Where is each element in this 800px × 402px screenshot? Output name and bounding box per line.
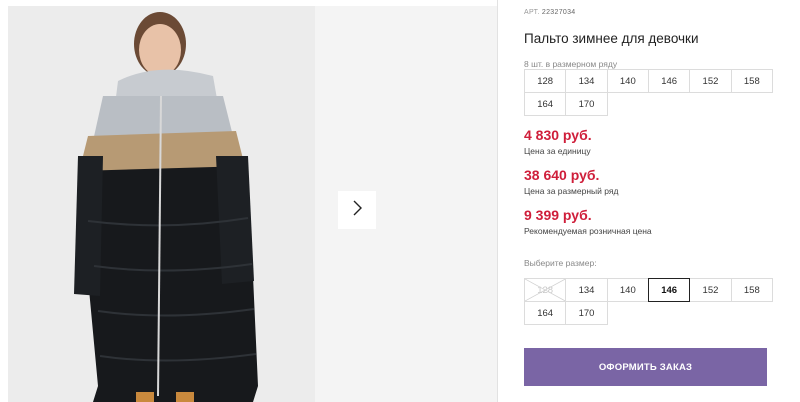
size-option[interactable]: 164 xyxy=(524,301,567,325)
row-price-label: Цена за размерный ряд xyxy=(524,186,619,196)
pack-note: 8 шт. в размерном ряду xyxy=(524,59,618,69)
chevron-right-icon xyxy=(352,200,362,221)
product-gallery xyxy=(0,0,497,402)
size-option-selected[interactable]: 146 xyxy=(647,278,691,302)
size-row-cell: 146 xyxy=(647,69,691,93)
size-option-unavailable: 128 xyxy=(524,278,567,302)
size-select-label: Выберите размер: xyxy=(524,258,597,268)
size-row-cell: 152 xyxy=(689,69,732,93)
product-photo xyxy=(8,6,315,402)
size-row-cell: 134 xyxy=(565,69,608,93)
unit-price: 4 830 руб. xyxy=(524,127,592,143)
size-option[interactable]: 158 xyxy=(730,278,773,302)
product-details: АРТ. 22327034 Пальто зимнее для девочки … xyxy=(524,0,774,402)
divider xyxy=(497,0,498,402)
article-label: АРТ. xyxy=(524,9,540,16)
order-button[interactable]: ОФОРМИТЬ ЗАКАЗ xyxy=(524,348,767,386)
size-row-cell: 158 xyxy=(730,69,773,93)
unit-price-label: Цена за единицу xyxy=(524,146,591,156)
size-option[interactable]: 140 xyxy=(606,278,649,302)
gallery-next-button[interactable] xyxy=(338,191,376,229)
size-row-grid: 128 134 140 146 152 158 164 170 xyxy=(524,69,773,116)
retail-price: 9 399 руб. xyxy=(524,207,592,223)
size-select-grid: 128 134 140 146 152 158 164 170 xyxy=(524,278,773,325)
retail-price-label: Рекомендуемая розничная цена xyxy=(524,226,652,236)
article-number: 22327034 xyxy=(541,9,576,16)
size-row-cell: 170 xyxy=(565,92,608,116)
size-option[interactable]: 170 xyxy=(565,301,608,325)
row-price: 38 640 руб. xyxy=(524,167,600,183)
article: АРТ. 22327034 xyxy=(524,9,575,16)
size-option[interactable]: 152 xyxy=(689,278,732,302)
size-row-cell: 140 xyxy=(606,69,649,93)
size-row-cell: 128 xyxy=(524,69,567,93)
size-option[interactable]: 134 xyxy=(565,278,608,302)
size-row-cell: 164 xyxy=(524,92,567,116)
strikethrough-icon xyxy=(525,279,566,301)
product-title: Пальто зимнее для девочки xyxy=(524,31,699,46)
